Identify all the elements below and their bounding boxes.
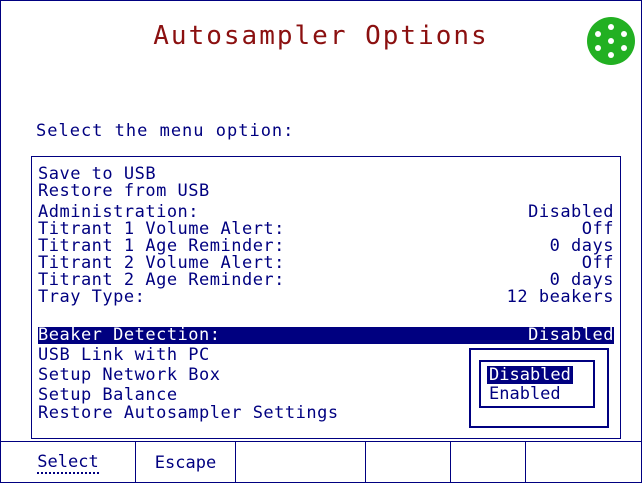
page-title: Autosampler Options	[153, 21, 489, 51]
menu-item-label: Restore from USB	[38, 181, 210, 201]
softkey-6[interactable]	[526, 442, 641, 483]
softkey-bar: Select Escape	[1, 441, 641, 483]
option-disabled[interactable]: Disabled	[487, 366, 573, 384]
menu-item-label: USB Link with PC	[38, 345, 210, 365]
value-options-list: Disabled Enabled	[479, 360, 595, 408]
menu-item-value: Disabled	[528, 325, 614, 345]
menu-item-label: Tray Type:	[38, 287, 146, 307]
menu-item-label: Beaker Detection:	[38, 325, 221, 345]
menu-item-restore-from-usb[interactable]: Restore from USB	[38, 183, 614, 200]
status-globe-icon	[587, 17, 635, 65]
instrument-screen: Autosampler Options Select the menu opti…	[0, 0, 642, 483]
menu-item-value: 12 beakers	[506, 287, 614, 307]
softkey-label: Escape	[154, 452, 217, 473]
softkey-select[interactable]: Select	[1, 442, 136, 483]
menu-item-beaker-detection[interactable]: Beaker Detection: Disabled	[38, 327, 614, 344]
softkey-escape[interactable]: Escape	[136, 442, 236, 483]
menu-prompt: Select the menu option:	[36, 121, 295, 141]
menu-item-label: Setup Network Box	[38, 365, 221, 385]
menu-item-label: Setup Balance	[38, 385, 178, 405]
option-enabled[interactable]: Enabled	[487, 385, 563, 403]
menu-item-label: Restore Autosampler Settings	[38, 403, 339, 423]
softkey-label: Select	[37, 451, 99, 474]
softkey-3[interactable]	[236, 442, 366, 483]
menu-item-tray-type[interactable]: Tray Type: 12 beakers	[38, 289, 614, 306]
value-selector-popup: Disabled Enabled	[469, 348, 609, 428]
softkey-5[interactable]	[451, 442, 526, 483]
softkey-4[interactable]	[366, 442, 451, 483]
